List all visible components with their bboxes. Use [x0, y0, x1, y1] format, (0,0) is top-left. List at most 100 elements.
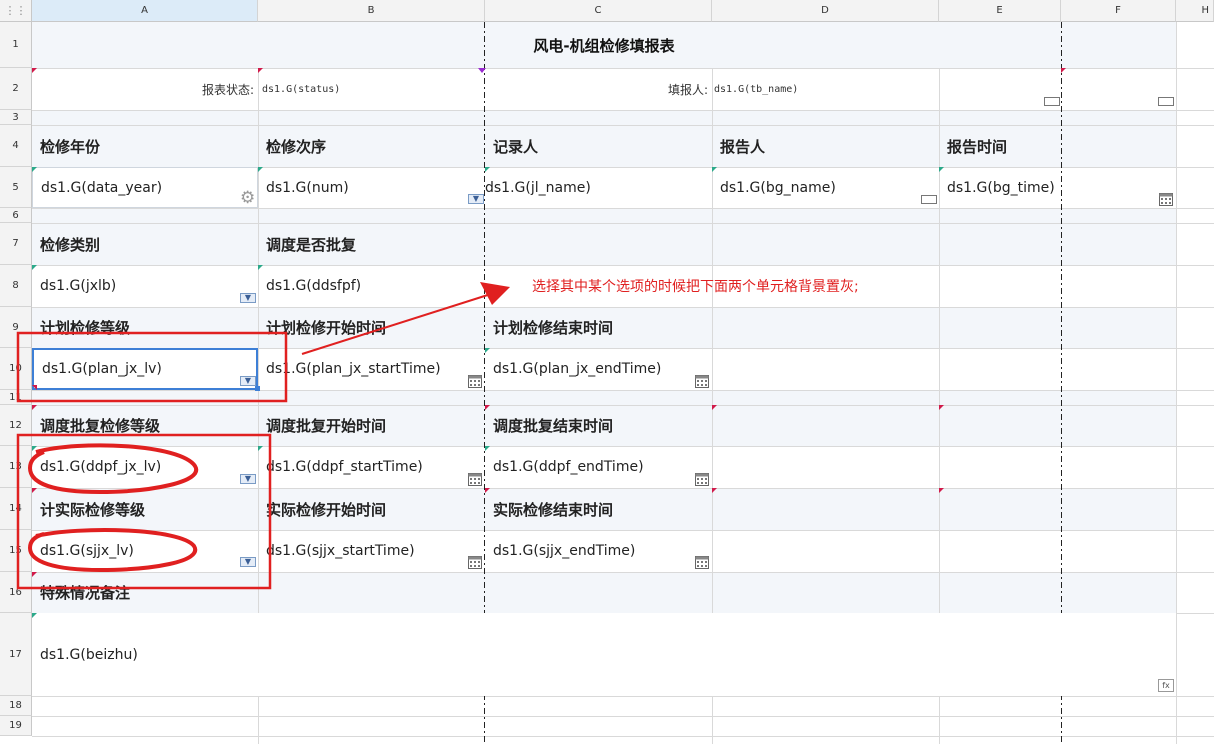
header-data-year[interactable]: 检修年份 [32, 125, 258, 167]
row-header-19[interactable]: 19 [0, 716, 32, 736]
cell-marker [939, 405, 944, 410]
header-reporter[interactable]: 报告人 [712, 125, 939, 167]
gear-icon[interactable]: ⚙ [240, 190, 255, 207]
calendar-icon[interactable] [468, 555, 482, 569]
dropdown-arrow-icon[interactable]: ▼ [240, 474, 256, 484]
calendar-icon[interactable] [1159, 192, 1173, 206]
row-header-2[interactable]: 2 [0, 68, 32, 110]
header-ddpf-jx-lv[interactable]: 调度批复检修等级 [32, 405, 258, 446]
column-header-b[interactable]: B [258, 0, 485, 22]
row-header-15[interactable]: 15 [0, 530, 32, 572]
header-ddpf-end[interactable]: 调度批复结束时间 [485, 405, 712, 446]
cell-marker [32, 613, 37, 618]
row-header-1[interactable]: 1 [0, 22, 32, 68]
header-num[interactable]: 检修次序 [258, 125, 485, 167]
dropdown-arrow-icon[interactable]: ▼ [240, 293, 256, 303]
cell-ddpf-start[interactable]: ds1.G(ddpf_startTime) [258, 446, 485, 488]
textbox-icon[interactable] [1158, 97, 1174, 106]
row-header-18[interactable]: 18 [0, 696, 32, 716]
calendar-icon[interactable] [468, 374, 482, 388]
calendar-icon[interactable] [468, 472, 482, 486]
filler-label[interactable]: 填报人: [485, 68, 712, 110]
calendar-icon[interactable] [695, 555, 709, 569]
row-header-14[interactable]: 14 [0, 488, 32, 530]
dropdown-arrow-icon[interactable]: ▼ [468, 194, 484, 204]
dropdown-arrow-icon[interactable]: ▼ [240, 376, 256, 386]
cell-ddpf-jx-lv[interactable]: ds1.G(ddpf_jx_lv) [32, 446, 258, 488]
column-header-c[interactable]: C [485, 0, 712, 22]
cell-marker [32, 446, 37, 451]
selection-fill-handle[interactable] [255, 386, 260, 391]
row-header-11[interactable]: 11 [0, 390, 32, 405]
column-header-e[interactable]: E [939, 0, 1061, 22]
cell-marker [258, 446, 263, 451]
row-header-7[interactable]: 7 [0, 223, 32, 265]
header-ddsfpf[interactable]: 调度是否批复 [258, 223, 485, 265]
column-header-a[interactable]: A [32, 0, 258, 22]
header-jxlb[interactable]: 检修类别 [32, 223, 258, 265]
status-label[interactable]: 报表状态: [32, 68, 258, 110]
dropdown-arrow-icon[interactable]: ▼ [240, 557, 256, 567]
textbox-icon[interactable] [921, 195, 937, 204]
filler-value-cell[interactable]: ds1.G(tb_name) [712, 68, 939, 110]
row-header-8[interactable]: 8 [0, 265, 32, 307]
cell-marker [485, 348, 490, 353]
cell-marker [485, 488, 490, 493]
cell-bg-time[interactable]: ds1.G(bg_time) [939, 167, 1061, 208]
row-header-16[interactable]: 16 [0, 572, 32, 613]
spacer-band [32, 390, 1176, 405]
cell-num[interactable]: ds1.G(num) [258, 167, 485, 208]
cell-jxlb[interactable]: ds1.G(jxlb) [32, 265, 258, 307]
select-all-corner[interactable]: ⋮⋮ [0, 0, 32, 22]
row-header-9[interactable]: 9 [0, 307, 32, 348]
formula-icon[interactable]: fx [1158, 679, 1174, 692]
cell-jl-name[interactable]: ds1.G(jl_name) [485, 167, 712, 208]
cell-marker [478, 68, 486, 73]
cell-plan-end[interactable]: ds1.G(plan_jx_endTime) [485, 348, 712, 390]
header-plan-jx-lv[interactable]: 计划检修等级 [32, 307, 258, 348]
header-plan-end[interactable]: 计划检修结束时间 [485, 307, 712, 348]
cell-marker [712, 405, 717, 410]
cell-marker [32, 68, 37, 73]
cell-beizhu[interactable]: ds1.G(beizhu) [32, 613, 1176, 696]
calendar-icon[interactable] [695, 472, 709, 486]
row-header-5[interactable]: 5 [0, 167, 32, 208]
cell-marker [32, 572, 37, 577]
report-title[interactable]: 风电-机组检修填报表 [32, 22, 1176, 68]
header-sjjx-start[interactable]: 实际检修开始时间 [258, 488, 485, 530]
cell-plan-jx-lv-selected[interactable]: ds1.G(plan_jx_lv) [32, 348, 258, 390]
header-sjjx-lv[interactable]: 计实际检修等级 [32, 488, 258, 530]
row-header-17[interactable]: 17 [0, 613, 32, 696]
cell-marker [485, 167, 490, 172]
row-header-12[interactable]: 12 [0, 405, 32, 446]
cell-data-year[interactable]: ds1.G(data_year) [32, 167, 258, 208]
spacer-band [32, 208, 1176, 223]
status-value-cell[interactable]: ds1.G(status) [258, 68, 485, 110]
textbox-icon[interactable] [1044, 97, 1060, 106]
row-header-6[interactable]: 6 [0, 208, 32, 223]
cell-bg-name[interactable]: ds1.G(bg_name) [712, 167, 939, 208]
cell-sjjx-lv[interactable]: ds1.G(sjjx_lv) [32, 530, 258, 572]
header-recorder[interactable]: 记录人 [485, 125, 712, 167]
cell-sjjx-start[interactable]: ds1.G(sjjx_startTime) [258, 530, 485, 572]
row-header-13[interactable]: 13 [0, 446, 32, 488]
cell-marker [32, 385, 37, 390]
header-report-time[interactable]: 报告时间 [939, 125, 1061, 167]
header-plan-start[interactable]: 计划检修开始时间 [258, 307, 485, 348]
calendar-icon[interactable] [695, 374, 709, 388]
column-header-d[interactable]: D [712, 0, 939, 22]
cell-marker [939, 167, 944, 172]
column-header-f[interactable]: F [1061, 0, 1176, 22]
header-beizhu[interactable]: 特殊情况备注 [32, 572, 258, 613]
cell-sjjx-end[interactable]: ds1.G(sjjx_endTime) [485, 530, 712, 572]
header-sjjx-end[interactable]: 实际检修结束时间 [485, 488, 712, 530]
row-header-4[interactable]: 4 [0, 125, 32, 167]
cell-marker [712, 488, 717, 493]
header-ddpf-start[interactable]: 调度批复开始时间 [258, 405, 485, 446]
row-header-10[interactable]: 10 [0, 348, 32, 390]
cell-ddpf-end[interactable]: ds1.G(ddpf_endTime) [485, 446, 712, 488]
cell-ddsfpf[interactable]: ds1.G(ddsfpf) [258, 265, 485, 307]
row-header-3[interactable]: 3 [0, 110, 32, 125]
column-header-h[interactable]: H [1176, 0, 1214, 22]
cell-plan-start[interactable]: ds1.G(plan_jx_startTime) [258, 348, 485, 390]
